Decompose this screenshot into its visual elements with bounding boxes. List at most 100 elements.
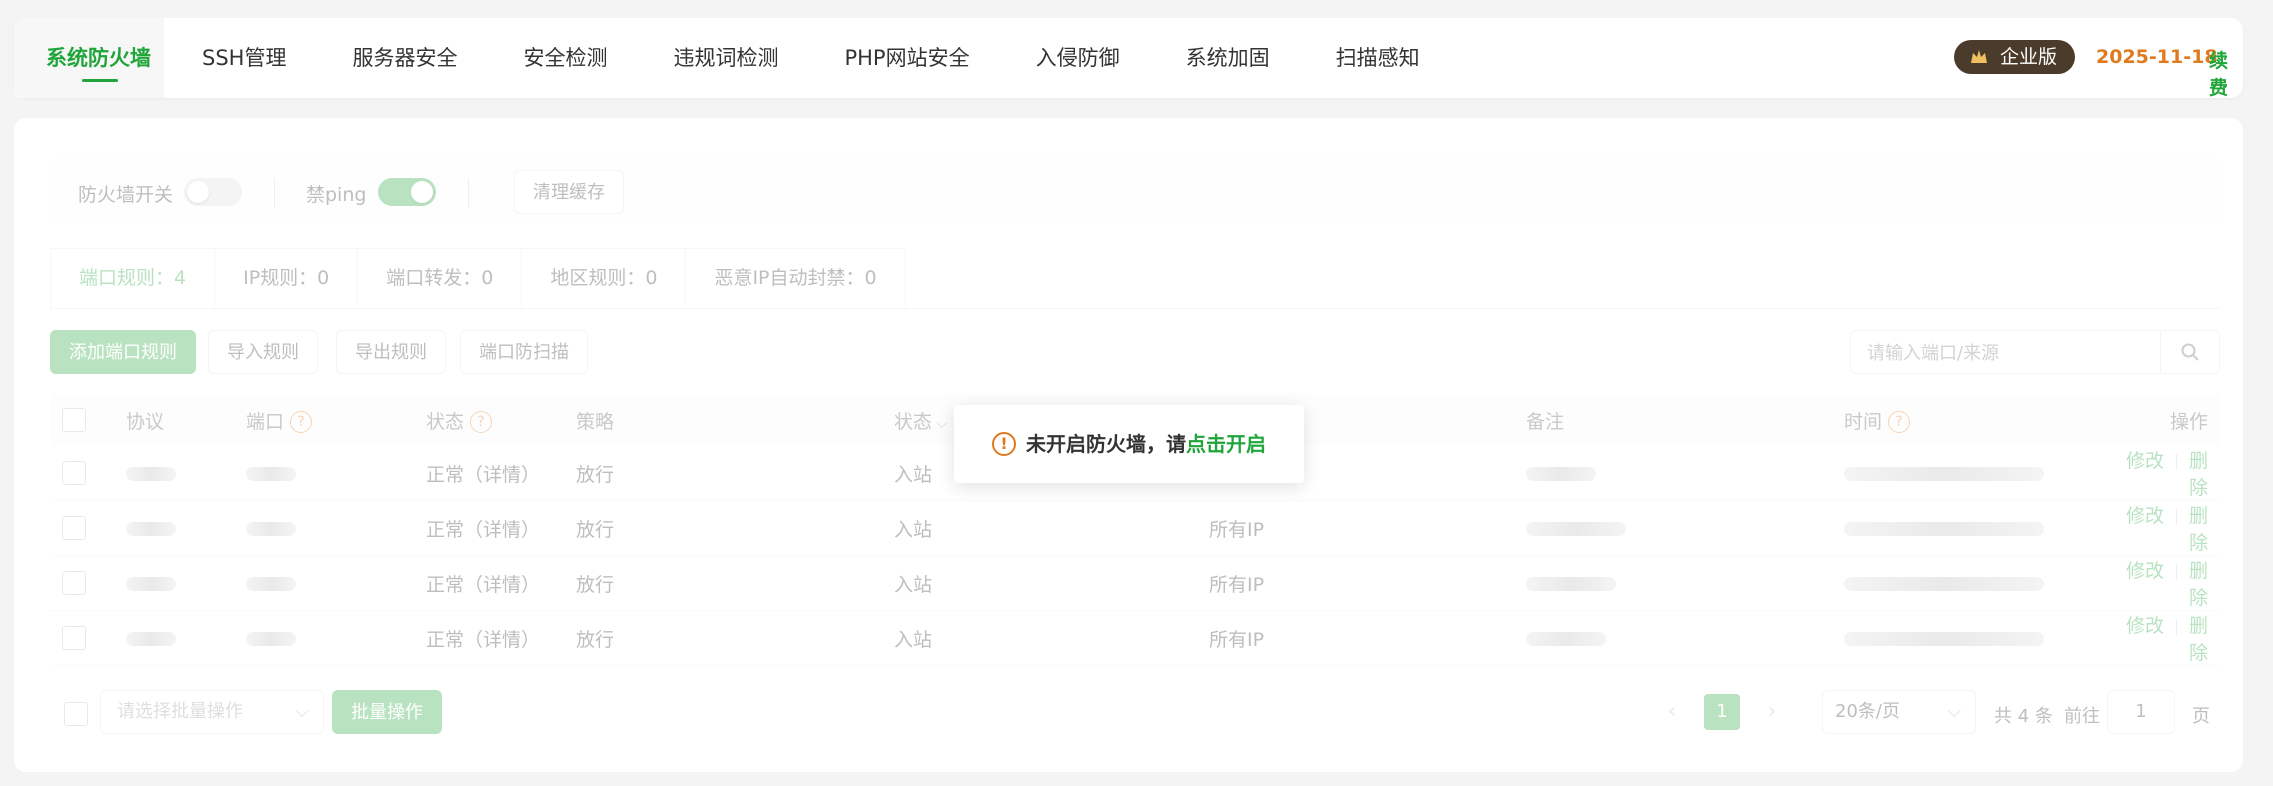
redacted-port [246,631,296,646]
redacted-protocol [126,521,176,536]
delete-link[interactable]: 删除 [2189,615,2208,664]
row-checkbox[interactable] [62,516,86,540]
subtab-port-forward[interactable]: 端口转发：0 [358,248,523,308]
clear-cache-button[interactable]: 清理缓存 [514,170,624,214]
tab-server-security[interactable]: 服务器安全 [352,18,457,98]
row-status[interactable]: 正常（详情） [426,500,576,556]
redacted-port [246,521,296,536]
batch-placeholder: 请选择批量操作 [117,701,243,722]
subtab-port-rules[interactable]: 端口规则：4 [50,248,216,308]
next-page-icon[interactable]: › [1754,694,1790,730]
top-nav-bar: 系统防火墙 SSH管理 服务器安全 安全检测 违规词检测 PHP网站安全 入侵防… [14,18,2243,100]
search-button[interactable] [2160,331,2219,373]
tab-word-check[interactable]: 违规词检测 [673,18,778,98]
help-icon[interactable]: ? [470,411,493,433]
chevron-down-icon: ⌵ [932,415,948,432]
col-protocol: 协议 [126,394,246,446]
divider [274,178,275,208]
row-status[interactable]: 正常（详情） [426,555,576,611]
row-direction: 入站 [894,555,1209,611]
row-checkbox[interactable] [62,461,86,485]
row-checkbox[interactable] [62,626,86,650]
table-row: 正常（详情） 放行 入站 所有IP 修改 删除 [50,500,2220,556]
row-status[interactable]: 正常（详情） [426,610,576,666]
col-direction[interactable]: 状态 [894,411,932,433]
page-size-value: 20条/页 [1835,701,1900,722]
batch-action-select[interactable]: 请选择批量操作 ⌵ [100,690,324,734]
edition-badge[interactable]: 企业版 [1954,40,2076,74]
delete-link[interactable]: 删除 [2189,560,2208,609]
port-anti-scan-button[interactable]: 端口防扫描 [460,330,588,374]
main-tabs: 系统防火墙 SSH管理 服务器安全 安全检测 违规词检测 PHP网站安全 入侵防… [14,18,1420,98]
col-status: 状态 [426,410,465,433]
redacted-protocol [126,631,176,646]
tab-security-check[interactable]: 安全检测 [523,18,607,98]
page-suffix: 页 [2192,706,2210,727]
edit-link[interactable]: 修改 [2126,560,2164,582]
search-icon [2181,343,2199,361]
current-page[interactable]: 1 [1704,694,1740,730]
row-policy: 放行 [576,610,894,666]
row-direction: 入站 [894,500,1209,556]
redacted-remark [1526,576,1616,591]
page-size-select[interactable]: 20条/页 ⌵ [1822,690,1976,734]
goto-page-input[interactable]: 1 [2107,690,2175,734]
firewall-toggle[interactable] [184,178,242,206]
select-all-checkbox[interactable] [62,408,86,432]
delete-link[interactable]: 删除 [2189,505,2208,554]
redacted-remark [1526,631,1606,646]
edit-link[interactable]: 修改 [2126,615,2164,637]
col-time: 时间 [1844,410,1883,433]
help-icon[interactable]: ? [1888,411,1911,433]
goto-label: 前往 [2064,706,2100,727]
table-row: 正常（详情） 放行 入站 所有IP 修改 删除 [50,555,2220,611]
row-source: 所有IP [1209,610,1526,666]
toast-message: 未开启防火墙，请 [1026,432,1186,456]
row-policy: 放行 [576,500,894,556]
firewall-switch-label: 防火墙开关 [78,184,174,206]
edit-link[interactable]: 修改 [2126,450,2164,472]
tab-php-security[interactable]: PHP网站安全 [844,18,969,98]
redacted-protocol [126,466,176,481]
redacted-time [1844,576,2044,591]
col-port: 端口 [246,410,285,433]
crown-icon [1971,50,1987,63]
tab-system-firewall[interactable]: 系统防火墙 [14,18,164,98]
delete-link[interactable]: 删除 [2189,450,2208,499]
edit-link[interactable]: 修改 [2126,505,2164,527]
chevron-down-icon: ⌵ [1947,701,1961,722]
tab-intrusion-defense[interactable]: 入侵防御 [1036,18,1120,98]
firewall-off-toast: ! 未开启防火墙，请点击开启 [954,405,1304,483]
row-policy: 放行 [576,446,894,501]
col-actions: 操作 [2112,394,2220,446]
search-box [1850,330,2220,374]
redacted-time [1844,631,2044,646]
footer-select-all-checkbox[interactable] [64,702,88,726]
ping-label: 禁ping [306,184,367,206]
row-status[interactable]: 正常（详情） [426,446,576,501]
subtab-auto-ban[interactable]: 恶意IP自动封禁：0 [686,248,906,308]
enable-firewall-link[interactable]: 点击开启 [1186,432,1266,456]
ping-toggle[interactable] [378,178,436,206]
redacted-time [1844,521,2044,536]
redacted-port [246,466,296,481]
import-rules-button[interactable]: 导入规则 [208,330,318,374]
subtab-ip-rules[interactable]: IP规则：0 [215,248,359,308]
edition-label: 企业版 [2000,46,2058,68]
batch-action-button[interactable]: 批量操作 [332,690,442,734]
row-checkbox[interactable] [62,571,86,595]
tab-ssh[interactable]: SSH管理 [202,18,286,98]
search-input[interactable] [1865,339,2149,367]
chevron-down-icon: ⌵ [295,701,309,722]
help-icon[interactable]: ? [290,411,313,433]
tab-scan-detection[interactable]: 扫描感知 [1336,18,1420,98]
switch-bar: 防火墙开关 禁ping 清理缓存 [50,158,2220,224]
col-remark: 备注 [1526,394,1844,446]
export-rules-button[interactable]: 导出规则 [336,330,446,374]
prev-page-icon[interactable]: ‹ [1654,694,1690,730]
subtab-region-rules[interactable]: 地区规则：0 [522,248,687,308]
row-policy: 放行 [576,555,894,611]
renew-link[interactable]: 续费 [2209,46,2243,100]
add-port-rule-button[interactable]: 添加端口规则 [50,330,196,374]
tab-system-hardening[interactable]: 系统加固 [1186,18,1270,98]
